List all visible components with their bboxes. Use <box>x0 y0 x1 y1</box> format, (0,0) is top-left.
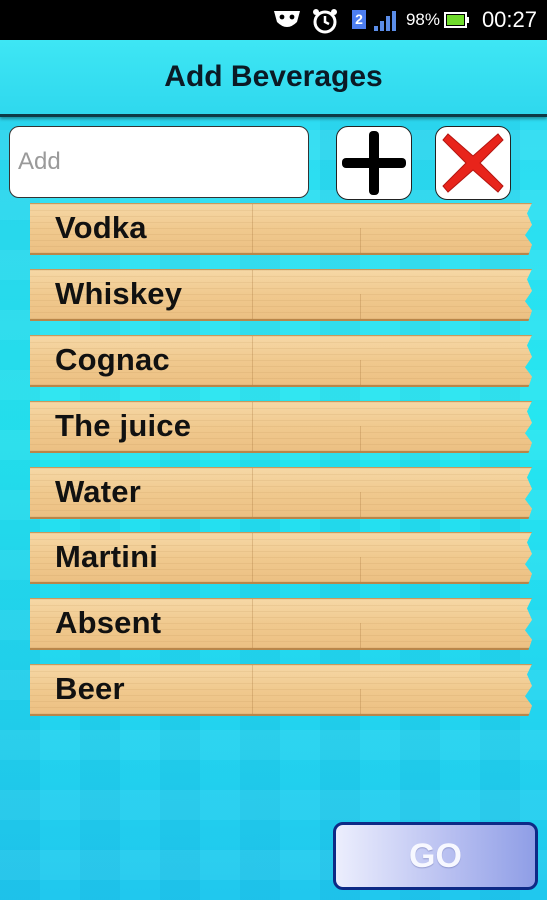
delete-x-icon <box>442 133 504 193</box>
beverage-item-vodka[interactable]: Vodka <box>30 203 532 255</box>
signal-icon <box>374 11 396 31</box>
shield-icon <box>274 11 300 27</box>
beverage-item-whiskey[interactable]: Whiskey <box>30 269 532 321</box>
page-title: Add Beverages <box>164 60 383 93</box>
beverage-item-beer[interactable]: Beer <box>30 664 532 716</box>
add-button[interactable] <box>336 126 412 200</box>
go-button-label: GO <box>409 836 462 875</box>
battery-percent: 98% <box>405 10 440 29</box>
beverage-label: Vodka <box>55 210 147 245</box>
beverage-label: The juice <box>55 408 192 443</box>
beverage-item-the-juice[interactable]: The juice <box>30 401 532 453</box>
notification-badge: 2 <box>352 10 366 29</box>
plus-icon <box>342 131 406 195</box>
alarm-clock-icon <box>313 9 337 34</box>
beverage-label: Water <box>55 474 141 509</box>
battery-icon <box>444 12 469 28</box>
add-beverage-input[interactable] <box>9 126 309 198</box>
delete-button[interactable] <box>435 126 511 200</box>
beverage-label: Martini <box>55 539 159 574</box>
beverage-label: Beer <box>55 671 125 706</box>
go-button[interactable]: GO <box>333 822 538 890</box>
status-bar: 2 98% 00:27 <box>0 0 547 40</box>
title-bar: Add Beverages <box>0 40 547 117</box>
beverage-label: Absent <box>55 605 162 640</box>
beverage-item-cognac[interactable]: Cognac <box>30 335 532 387</box>
beverage-label: Cognac <box>55 342 170 377</box>
beverage-item-martini[interactable]: Martini <box>30 532 532 584</box>
beverage-item-absent[interactable]: Absent <box>30 598 532 650</box>
beverage-item-water[interactable]: Water <box>30 467 532 519</box>
beverage-label: Whiskey <box>55 276 183 311</box>
clock-time: 00:27 <box>481 7 537 32</box>
